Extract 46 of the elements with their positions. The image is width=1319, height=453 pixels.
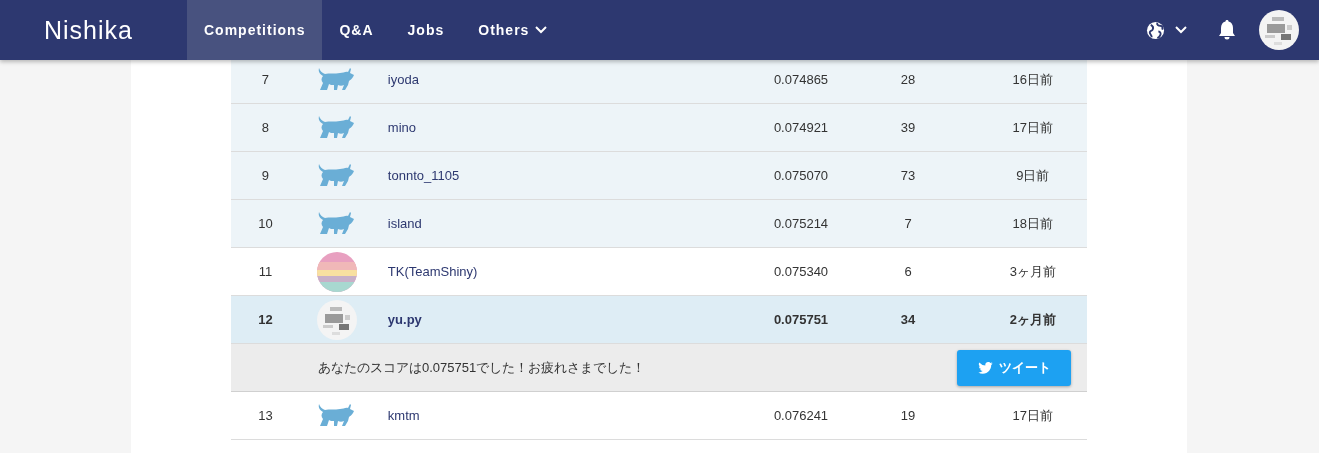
language-menu[interactable] (1146, 20, 1187, 40)
score-cell-text: 0.074921 (772, 120, 830, 135)
date-cell-text: 18日前 (1011, 214, 1055, 233)
rank-cell-text: 13 (257, 408, 274, 423)
score-cell-text: 0.074865 (772, 72, 830, 87)
date-cell-text: 2ヶ月前 (1008, 310, 1057, 329)
rank-cell-text: 9 (260, 168, 271, 183)
user-link[interactable]: iyoda (387, 72, 419, 87)
score-cell-text: 0.075340 (772, 264, 830, 279)
user-link[interactable]: island (387, 216, 422, 231)
entries-cell-text: 28 (899, 72, 917, 87)
rank-cell-text: 8 (260, 120, 271, 135)
entries-cell-text: 7 (903, 216, 913, 231)
rank-cell-text: 12 (257, 312, 274, 327)
bird-icon (977, 361, 993, 374)
nav-tab[interactable]: Jobs (390, 0, 462, 60)
rank-cell-text: 10 (257, 216, 274, 231)
date-cell-text: 3ヶ月前 (1008, 262, 1057, 281)
logo[interactable]: Nishika (44, 0, 187, 60)
score-message: あなたのスコアは0.075751でした！お疲れさまでした！ (318, 358, 646, 377)
date-cell-text: 16日前 (1011, 70, 1055, 89)
rank-cell-text: 7 (260, 72, 271, 87)
user-link[interactable]: mino (387, 120, 417, 135)
date-cell-text: 17日前 (1011, 118, 1055, 137)
entries-cell-text: 73 (899, 168, 917, 183)
nav-tab[interactable]: Others (461, 0, 565, 60)
entries-cell-text: 39 (899, 120, 917, 135)
rank-cell-text: 11 (257, 264, 274, 279)
entries-cell-text: 6 (903, 264, 913, 279)
nav-tab[interactable]: Q&A (322, 0, 391, 60)
nav-tab[interactable]: Competitions (187, 0, 323, 60)
entries-cell-text: 34 (899, 312, 917, 327)
chevron-down-icon (1175, 26, 1187, 34)
user-link[interactable]: tonnto_1105 (387, 168, 460, 183)
entries-cell-text: 19 (899, 408, 917, 423)
score-cell-text: 0.075214 (772, 216, 830, 231)
score-cell-text: 0.076241 (772, 408, 830, 423)
date-cell-text: 17日前 (1011, 406, 1055, 425)
user-link[interactable]: TK(TeamShiny) (387, 264, 478, 279)
user-link[interactable]: kmtm (387, 408, 420, 423)
date-cell-text: 9日前 (1015, 166, 1051, 185)
globe-icon (1146, 20, 1165, 40)
user-link[interactable]: yu.py (387, 312, 422, 327)
bell-icon[interactable] (1217, 19, 1237, 41)
score-cell-text: 0.075751 (772, 312, 830, 327)
score-cell-text: 0.075070 (772, 168, 830, 183)
